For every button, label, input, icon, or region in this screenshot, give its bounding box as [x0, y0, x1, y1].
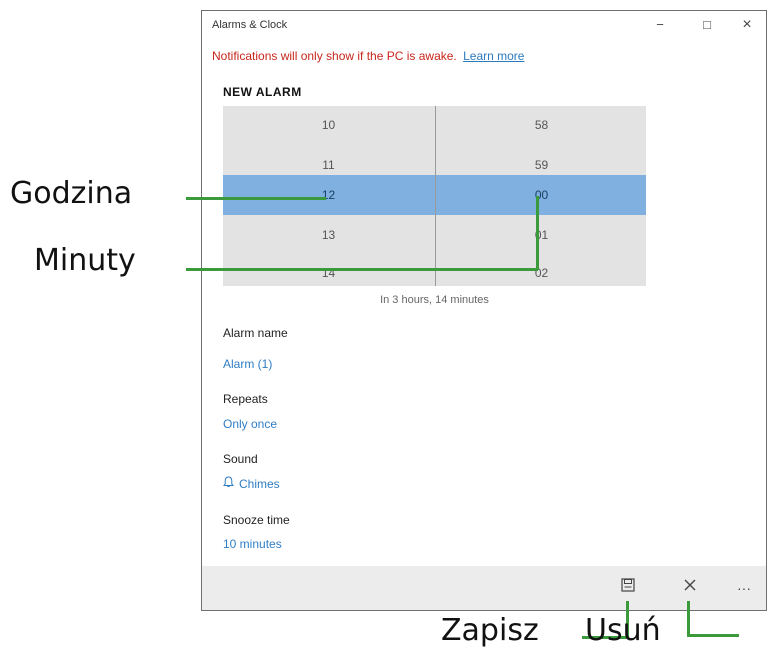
minimize-button[interactable]: − [640, 15, 680, 35]
repeats-dropdown[interactable]: Only once [223, 417, 277, 431]
alarm-window: Alarms & Clock − □ × Notifications will … [201, 10, 767, 611]
alarm-name-label: Alarm name [223, 326, 288, 340]
delete-callout-stem [687, 601, 690, 637]
minutes-callout-line [186, 268, 538, 271]
delete-callout-label: Usuń [585, 613, 661, 648]
minutes-callout-label: Minuty [34, 243, 136, 278]
bell-icon [222, 476, 235, 491]
hour-column[interactable]: 10 11 12 13 14 [223, 106, 434, 286]
snooze-label: Snooze time [223, 513, 290, 527]
save-icon [621, 578, 635, 592]
close-icon [684, 579, 696, 591]
learn-more-link[interactable]: Learn more [463, 49, 524, 63]
time-picker: 10 11 12 13 14 58 59 00 01 02 [223, 106, 646, 286]
hour-callout-label: Godzina [10, 176, 133, 211]
sound-value: Chimes [239, 477, 280, 491]
awake-notice: Notifications will only show if the PC i… [212, 49, 524, 63]
command-bar: ··· [202, 566, 766, 610]
save-callout-label: Zapisz [441, 613, 539, 648]
snooze-dropdown[interactable]: 10 minutes [223, 537, 282, 551]
maximize-button[interactable]: □ [687, 15, 727, 35]
save-button[interactable] [613, 576, 643, 600]
window-title: Alarms & Clock [212, 19, 288, 31]
new-alarm-heading: NEW ALARM [223, 85, 302, 99]
hour-option-selected[interactable]: 12 [223, 175, 434, 215]
minutes-callout-stem [536, 196, 539, 270]
minute-option[interactable]: 01 [436, 215, 646, 255]
delete-callout-line [687, 634, 739, 637]
hour-option[interactable]: 10 [223, 106, 434, 145]
sound-dropdown[interactable]: Chimes [222, 476, 280, 491]
alarm-name-field[interactable]: Alarm (1) [223, 357, 272, 371]
delete-button[interactable] [675, 576, 705, 600]
more-options-button[interactable]: ··· [729, 576, 759, 600]
minute-column[interactable]: 58 59 00 01 02 [435, 106, 646, 286]
close-window-button[interactable]: × [727, 15, 767, 35]
repeats-label: Repeats [223, 392, 268, 406]
sound-label: Sound [223, 452, 258, 466]
minute-option[interactable]: 58 [436, 106, 646, 145]
hour-callout-line [186, 197, 326, 200]
minute-option-selected[interactable]: 00 [436, 175, 646, 215]
time-remaining: In 3 hours, 14 minutes [380, 294, 489, 306]
hour-option[interactable]: 13 [223, 215, 434, 255]
title-bar: Alarms & Clock − □ × [202, 11, 766, 39]
awake-notice-text: Notifications will only show if the PC i… [212, 49, 457, 63]
